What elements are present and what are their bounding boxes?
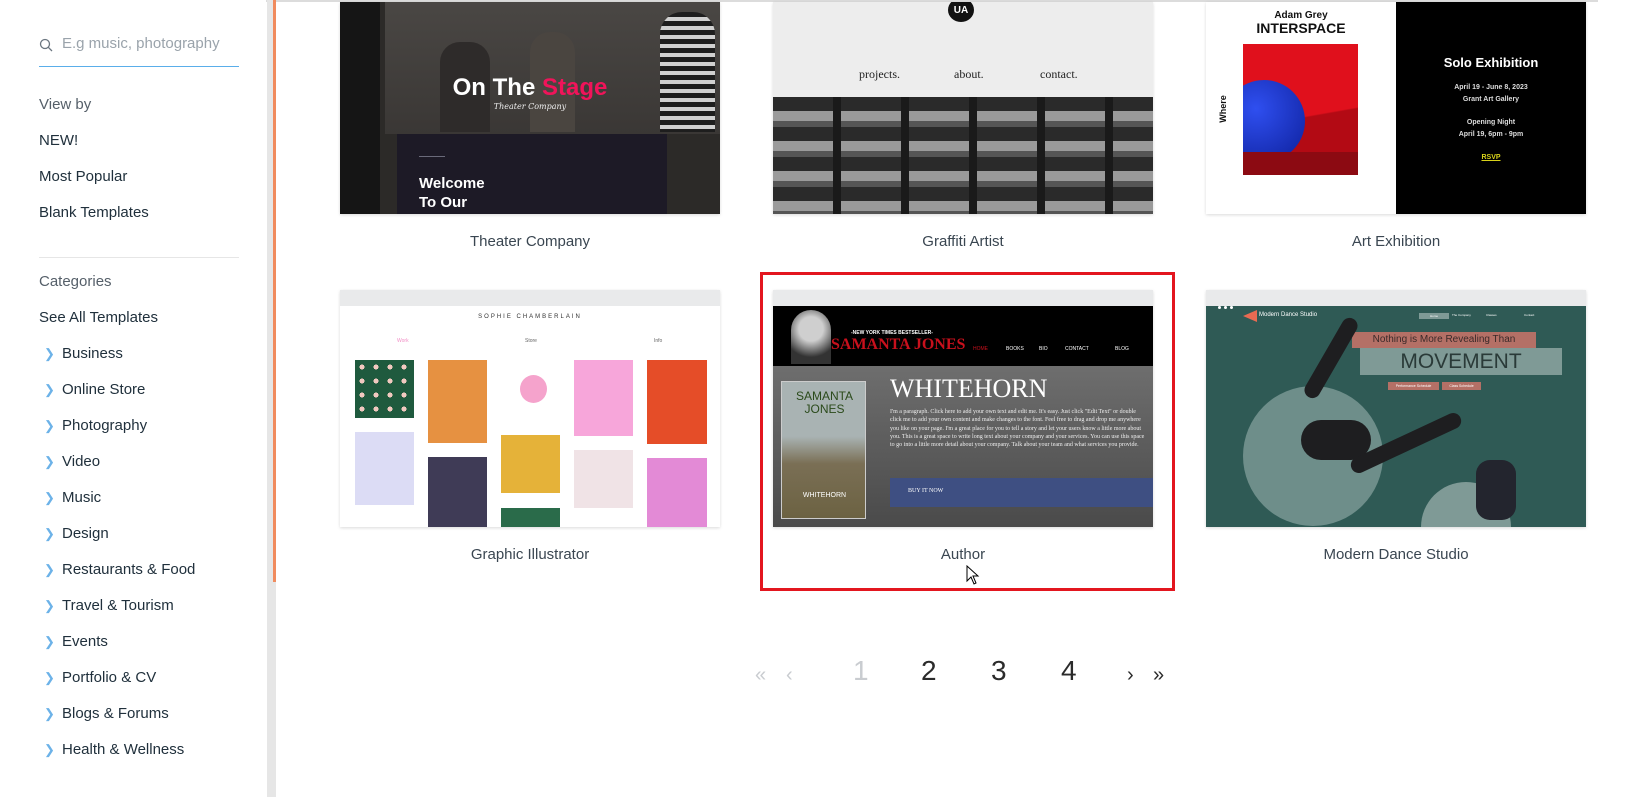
chevron-right-icon: ❯ [44,526,55,541]
template-name[interactable]: Author [773,546,1153,563]
category-portfolio-cv[interactable]: ❯ Portfolio & CV [39,669,156,686]
prev-page-button[interactable]: ‹ [786,664,793,687]
chevron-right-icon: ❯ [44,382,55,397]
preview-logo: UA [948,2,974,22]
page-3[interactable]: 3 [991,655,1007,687]
chevron-right-icon: ❯ [44,562,55,577]
template-name[interactable]: Graphic Illustrator [340,546,720,563]
chevron-right-icon: ❯ [44,418,55,433]
chevron-right-icon: ❯ [44,598,55,613]
template-thumbnail[interactable]: -NEW YORK TIMES BESTSELLER- SAMANTA JONE… [773,290,1153,527]
see-all-templates[interactable]: See All Templates [39,309,158,326]
template-thumbnail[interactable]: UA projects. about. contact. [773,2,1153,214]
template-name[interactable]: Graffiti Artist [773,233,1153,250]
browser-chrome [773,290,1153,309]
category-health-wellness[interactable]: ❯ Health & Wellness [39,741,184,758]
template-thumbnail[interactable]: Modern Dance Studio Home The Company Cla… [1206,290,1586,527]
sidebar-divider [39,257,239,258]
last-page-button[interactable]: » [1153,664,1164,687]
category-design[interactable]: ❯ Design [39,525,109,542]
chevron-right-icon: ❯ [44,454,55,469]
first-page-button[interactable]: « [755,664,766,687]
category-online-store[interactable]: ❯ Online Store [39,381,145,398]
template-thumbnail[interactable]: SOPHIE CHAMBERLAIN Work Store Info [340,290,720,527]
preview-title: On The Stage [452,74,608,101]
search-input[interactable] [62,35,237,52]
next-page-button[interactable]: › [1127,664,1134,687]
chevron-right-icon: ❯ [44,634,55,649]
chevron-right-icon: ❯ [44,742,55,757]
page-4[interactable]: 4 [1061,655,1077,687]
search-icon [39,38,53,52]
page-1[interactable]: 1 [853,655,869,687]
template-name[interactable]: Theater Company [340,233,720,250]
sidebar-scrollbar-thumb[interactable] [273,0,276,582]
sidebar: View by NEW! Most Popular Blank Template… [0,0,266,797]
view-by-blank-templates[interactable]: Blank Templates [39,204,149,221]
categories-label: Categories [39,273,112,290]
chevron-right-icon: ❯ [44,670,55,685]
browser-chrome [340,290,720,309]
category-travel-tourism[interactable]: ❯ Travel & Tourism [39,597,174,614]
search-box[interactable] [39,32,239,67]
mouse-cursor-icon [966,565,980,585]
category-business[interactable]: ❯ Business [39,345,123,362]
category-restaurants-food[interactable]: ❯ Restaurants & Food [39,561,195,578]
browser-chrome [1206,290,1586,309]
chevron-right-icon: ❯ [44,346,55,361]
template-thumbnail[interactable]: On The Stage Theater Company Welcome To … [340,2,720,214]
category-events[interactable]: ❯ Events [39,633,108,650]
page-2[interactable]: 2 [921,655,937,687]
template-name[interactable]: Modern Dance Studio [1206,546,1586,563]
view-by-most-popular[interactable]: Most Popular [39,168,127,185]
category-video[interactable]: ❯ Video [39,453,100,470]
view-by-new[interactable]: NEW! [39,132,78,149]
chevron-right-icon: ❯ [44,706,55,721]
view-by-label: View by [39,96,92,113]
chevron-right-icon: ❯ [44,490,55,505]
template-name[interactable]: Art Exhibition [1206,233,1586,250]
category-music[interactable]: ❯ Music [39,489,101,506]
category-photography[interactable]: ❯ Photography [39,417,147,434]
category-blogs-forums[interactable]: ❯ Blogs & Forums [39,705,169,722]
template-thumbnail[interactable]: Adam Grey INTERSPACE Where Solo Exhibiti… [1206,2,1586,214]
